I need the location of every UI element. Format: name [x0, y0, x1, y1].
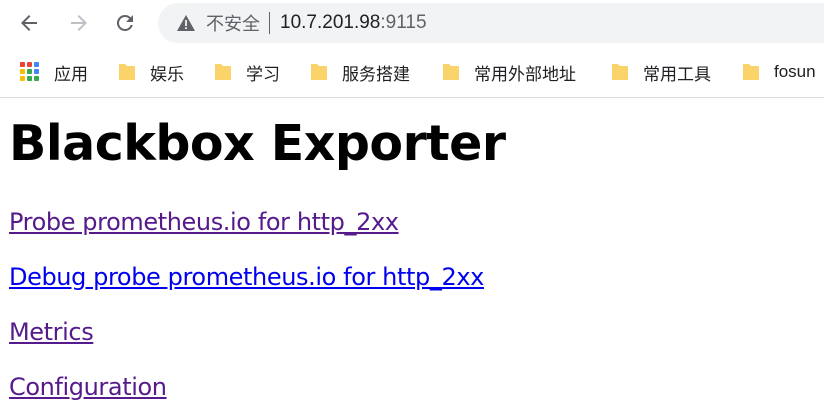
bookmarks-bar: 应用 娱乐 学习 服务搭建 常用外部地址 常用工具 fosun	[0, 52, 824, 92]
address-bar[interactable]: 不安全 10.7.201.98:9115	[158, 3, 824, 43]
page-title: Blackbox Exporter	[9, 115, 506, 172]
reload-icon	[116, 14, 133, 31]
folder-icon	[612, 64, 628, 80]
url-text[interactable]: 10.7.201.98:9115	[280, 12, 427, 34]
bookmark-label: 常用外部地址	[474, 64, 576, 84]
bookmark-label: 学习	[246, 64, 280, 84]
url-port: :9115	[380, 12, 427, 33]
arrow-right-icon	[71, 15, 87, 31]
bookmark-folder-external[interactable]: 常用外部地址	[442, 52, 576, 92]
bookmark-label: fosun	[774, 62, 816, 81]
page-content: Blackbox Exporter Probe prometheus.io fo…	[0, 98, 824, 414]
browser-toolbar: 不安全 10.7.201.98:9115	[0, 0, 824, 46]
bookmark-folder-study[interactable]: 学习	[214, 52, 280, 92]
bookmark-label: 应用	[54, 64, 88, 84]
back-button[interactable]	[12, 6, 46, 40]
forward-button[interactable]	[62, 6, 96, 40]
folder-icon	[743, 64, 759, 80]
url-host: 10.7.201.98	[280, 12, 381, 33]
configuration-link[interactable]: Configuration	[9, 373, 167, 401]
bookmark-label: 服务搭建	[342, 64, 410, 84]
bookmark-apps[interactable]: 应用	[20, 52, 88, 92]
folder-icon	[443, 64, 459, 80]
debug-probe-link[interactable]: Debug probe prometheus.io for http_2xx	[9, 263, 484, 291]
probe-link[interactable]: Probe prometheus.io for http_2xx	[9, 208, 399, 236]
security-status[interactable]: 不安全	[206, 10, 260, 36]
metrics-link[interactable]: Metrics	[9, 318, 94, 346]
warning-icon[interactable]	[176, 13, 196, 33]
folder-icon	[311, 64, 327, 80]
reload-button[interactable]	[108, 6, 142, 40]
folder-icon	[215, 64, 231, 80]
bookmark-label: 常用工具	[643, 64, 711, 84]
bookmark-folder-entertainment[interactable]: 娱乐	[118, 52, 184, 92]
bookmark-folder-tools[interactable]: 常用工具	[611, 52, 711, 92]
address-separator	[269, 12, 270, 34]
arrow-left-icon	[21, 15, 37, 31]
folder-icon	[119, 64, 135, 80]
bookmark-label: 娱乐	[150, 64, 184, 84]
bookmark-folder-fosun[interactable]: fosun	[742, 52, 816, 92]
apps-grid-icon	[20, 62, 40, 82]
bookmark-folder-services[interactable]: 服务搭建	[310, 52, 410, 92]
